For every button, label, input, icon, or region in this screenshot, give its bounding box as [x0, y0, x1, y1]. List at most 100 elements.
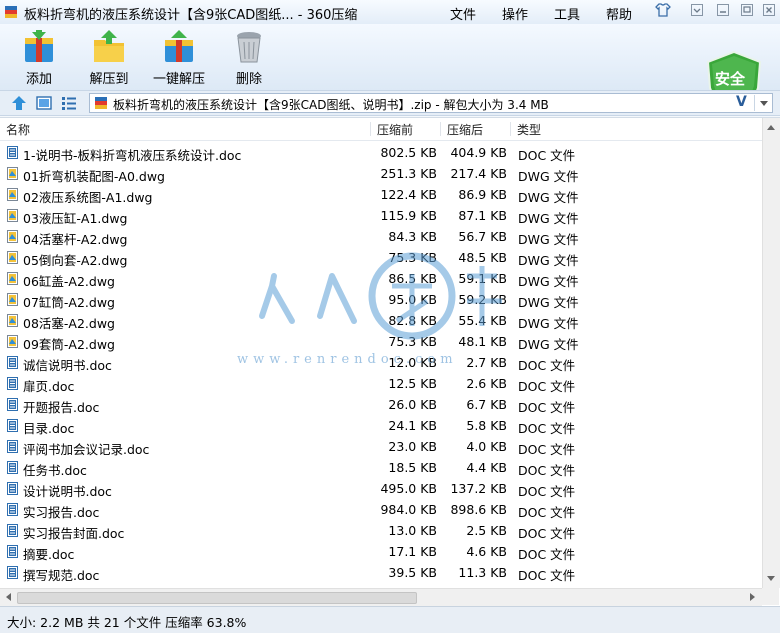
- table-row[interactable]: 01折弯机装配图-A0.dwg 251.3 KB 217.4 KB DWG 文件: [0, 163, 762, 184]
- scroll-right-icon[interactable]: [750, 593, 755, 601]
- file-name: 01折弯机装配图-A0.dwg: [23, 169, 165, 184]
- file-size-after: 48.5 KB: [458, 250, 507, 265]
- column-divider[interactable]: [440, 122, 441, 136]
- column-packed[interactable]: 压缩前: [377, 121, 413, 138]
- scroll-left-icon[interactable]: [6, 593, 11, 601]
- path-field[interactable]: 板料折弯机的液压系统设计【含9张CAD图纸、说明书】.zip - 解包大小为 3…: [89, 93, 773, 113]
- file-size-before: 75.3 KB: [388, 250, 437, 265]
- table-row[interactable]: 扉页.doc 12.5 KB 2.6 KB DOC 文件: [0, 373, 762, 394]
- doc-file-icon: [7, 566, 18, 579]
- large-icon-view-icon[interactable]: [35, 94, 53, 112]
- status-bar: 大小: 2.2 MB 共 21 个文件 压缩率 63.8%: [0, 606, 780, 633]
- toolbar: 添加 解压到 一键解压 删除 安全: [0, 24, 780, 114]
- file-name: 开题报告.doc: [23, 400, 100, 415]
- file-type: DOC 文件: [518, 463, 576, 478]
- skin-shirt-icon[interactable]: [652, 3, 674, 21]
- window-title: 板料折弯机的液压系统设计【含9张CAD图纸... - 360压缩: [24, 8, 358, 23]
- file-size-before: 86.5 KB: [388, 271, 437, 286]
- horizontal-scrollbar[interactable]: [0, 588, 762, 606]
- app-logo-icon: [5, 6, 17, 18]
- file-size-before: 39.5 KB: [388, 565, 437, 580]
- menu-help[interactable]: 帮助: [606, 4, 632, 23]
- file-size-before: 84.3 KB: [388, 229, 437, 244]
- file-name: 任务书.doc: [23, 463, 87, 478]
- file-size-before: 495.0 KB: [380, 481, 437, 496]
- menu-operation[interactable]: 操作: [502, 4, 528, 23]
- file-type: DWG 文件: [518, 169, 579, 184]
- table-row[interactable]: 实习报告封面.doc 13.0 KB 2.5 KB DOC 文件: [0, 520, 762, 541]
- table-row[interactable]: 目录.doc 24.1 KB 5.8 KB DOC 文件: [0, 415, 762, 436]
- doc-file-icon: [7, 482, 18, 495]
- status-text: 大小: 2.2 MB 共 21 个文件 压缩率 63.8%: [7, 615, 247, 630]
- file-size-after: 4.4 KB: [466, 460, 507, 475]
- dwg-file-icon: [7, 188, 18, 201]
- scroll-corner: [762, 588, 779, 605]
- table-row[interactable]: 设计说明书.doc 495.0 KB 137.2 KB DOC 文件: [0, 478, 762, 499]
- up-folder-icon[interactable]: [10, 94, 28, 112]
- table-row[interactable]: 04活塞杆-A2.dwg 84.3 KB 56.7 KB DWG 文件: [0, 226, 762, 247]
- scroll-down-icon[interactable]: [767, 576, 775, 581]
- menu-file[interactable]: 文件: [450, 4, 476, 23]
- archive-file-icon: [95, 97, 107, 109]
- menu-tools[interactable]: 工具: [554, 4, 580, 23]
- file-type: DWG 文件: [518, 337, 579, 352]
- column-divider[interactable]: [510, 122, 511, 136]
- file-size-after: 4.6 KB: [466, 544, 507, 559]
- file-type: DOC 文件: [518, 421, 576, 436]
- list-view-icon[interactable]: [60, 94, 78, 112]
- table-row[interactable]: 03液压缸-A1.dwg 115.9 KB 87.1 KB DWG 文件: [0, 205, 762, 226]
- path-expand-icon[interactable]: V: [736, 94, 747, 110]
- one-click-extract-button[interactable]: 一键解压: [146, 26, 212, 88]
- extract-to-button[interactable]: 解压到: [76, 26, 142, 88]
- table-row[interactable]: 06缸盖-A2.dwg 86.5 KB 59.1 KB DWG 文件: [0, 268, 762, 289]
- delete-button[interactable]: 删除: [216, 26, 282, 88]
- dwg-file-icon: [7, 314, 18, 327]
- file-name: 03液压缸-A1.dwg: [23, 211, 128, 226]
- table-row[interactable]: 实习报告.doc 984.0 KB 898.6 KB DOC 文件: [0, 499, 762, 520]
- table-row[interactable]: 开题报告.doc 26.0 KB 6.7 KB DOC 文件: [0, 394, 762, 415]
- file-type: DWG 文件: [518, 232, 579, 247]
- trash-bin-icon: [237, 32, 261, 63]
- file-type: DWG 文件: [518, 211, 579, 226]
- close-icon[interactable]: [758, 3, 780, 21]
- table-row[interactable]: 摘要.doc 17.1 KB 4.6 KB DOC 文件: [0, 541, 762, 562]
- file-type: DWG 文件: [518, 274, 579, 289]
- menu-dropdown-icon[interactable]: [686, 3, 708, 21]
- file-size-before: 12.5 KB: [388, 376, 437, 391]
- file-size-before: 95.0 KB: [388, 292, 437, 307]
- column-name[interactable]: 名称: [6, 121, 30, 138]
- file-size-after: 2.6 KB: [466, 376, 507, 391]
- add-label: 添加: [25, 72, 52, 87]
- horizontal-scroll-thumb[interactable]: [17, 592, 417, 604]
- table-row[interactable]: 05倒向套-A2.dwg 75.3 KB 48.5 KB DWG 文件: [0, 247, 762, 268]
- column-type[interactable]: 类型: [517, 121, 541, 138]
- file-name: 评阅书加会议记录.doc: [23, 442, 150, 457]
- table-row[interactable]: 撰写规范.doc 39.5 KB 11.3 KB DOC 文件: [0, 562, 762, 583]
- extract-to-label: 解压到: [89, 72, 129, 87]
- column-unpacked[interactable]: 压缩后: [447, 121, 483, 138]
- table-row[interactable]: 02液压系统图-A1.dwg 122.4 KB 86.9 KB DWG 文件: [0, 184, 762, 205]
- file-type: DWG 文件: [518, 316, 579, 331]
- file-name: 1-说明书-板料折弯机液压系统设计.doc: [23, 148, 242, 163]
- path-dropdown-icon[interactable]: [754, 95, 773, 111]
- file-type: DOC 文件: [518, 148, 576, 163]
- table-row[interactable]: 09套筒-A2.dwg 75.3 KB 48.1 KB DWG 文件: [0, 331, 762, 352]
- table-row[interactable]: 任务书.doc 18.5 KB 4.4 KB DOC 文件: [0, 457, 762, 478]
- file-size-before: 18.5 KB: [388, 460, 437, 475]
- table-row[interactable]: 08活塞-A2.dwg 82.8 KB 55.4 KB DWG 文件: [0, 310, 762, 331]
- doc-file-icon: [7, 419, 18, 432]
- vertical-scrollbar[interactable]: [762, 118, 780, 588]
- file-size-after: 55.4 KB: [458, 313, 507, 328]
- doc-file-icon: [7, 440, 18, 453]
- table-row[interactable]: 07缸筒-A2.dwg 95.0 KB 59.2 KB DWG 文件: [0, 289, 762, 310]
- maximize-icon[interactable]: [736, 3, 758, 21]
- scroll-up-icon[interactable]: [767, 125, 775, 130]
- file-size-after: 4.0 KB: [466, 439, 507, 454]
- column-divider[interactable]: [370, 122, 371, 136]
- file-size-after: 48.1 KB: [458, 334, 507, 349]
- table-row[interactable]: 1-说明书-板料折弯机液压系统设计.doc 802.5 KB 404.9 KB DOC…: [0, 142, 762, 163]
- add-button[interactable]: 添加: [6, 26, 72, 88]
- minimize-icon[interactable]: [712, 3, 734, 21]
- file-size-before: 82.8 KB: [388, 313, 437, 328]
- table-row[interactable]: 评阅书加会议记录.doc 23.0 KB 4.0 KB DOC 文件: [0, 436, 762, 457]
